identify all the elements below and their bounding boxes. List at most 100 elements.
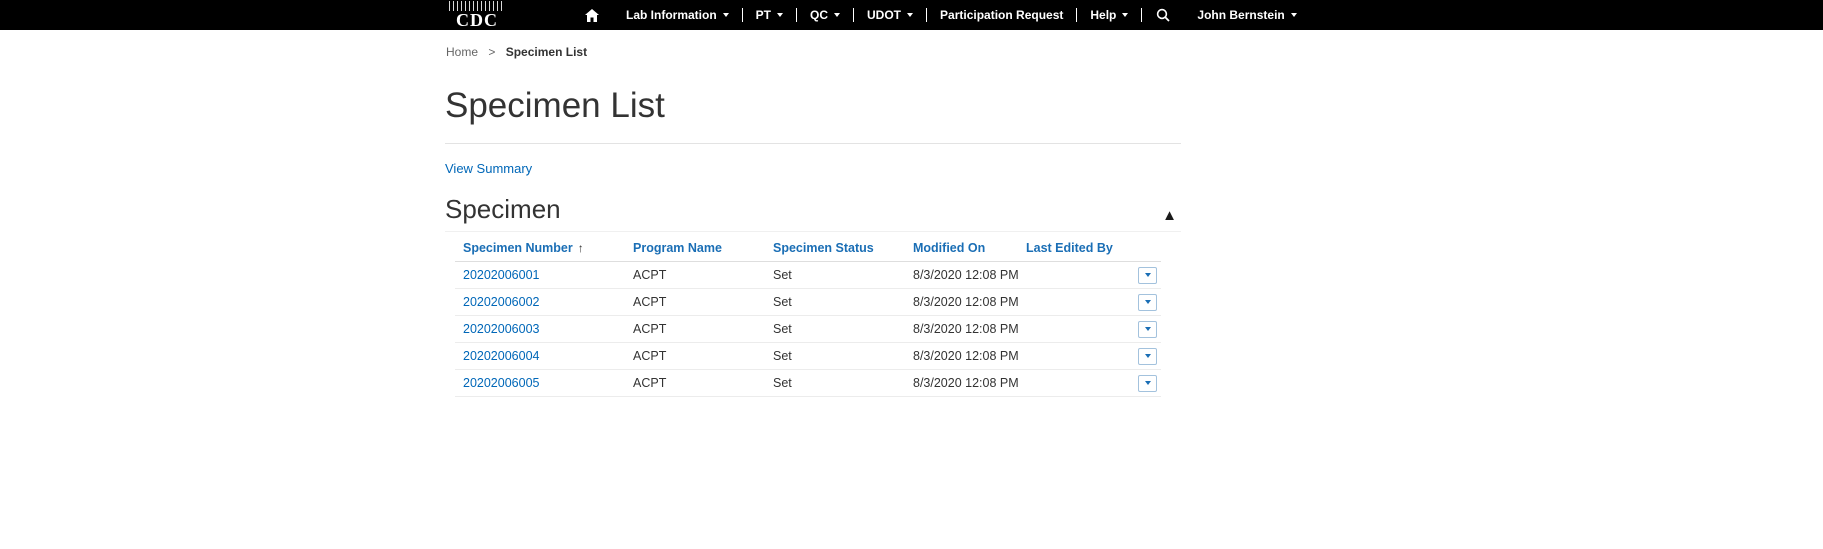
collapse-section-icon[interactable]: ▲: [1158, 206, 1181, 225]
modified-on-cell: 8/3/2020 12:08 PM: [905, 370, 1018, 397]
specimen-row: 20202006001 ACPTSet8/3/2020 12:08 PM: [455, 262, 1161, 289]
nav-item-label: PT: [756, 8, 771, 22]
search-icon[interactable]: [1142, 0, 1184, 30]
column-header-specimen-number: Specimen Number ↑: [455, 234, 625, 262]
sort-program-name-link[interactable]: Program Name: [633, 241, 722, 255]
program-name-cell: ACPT: [625, 262, 765, 289]
chevron-down-icon: [1145, 381, 1151, 385]
specimen-number-cell: 20202006002: [455, 289, 625, 316]
home-icon[interactable]: [571, 0, 613, 30]
nav-item-label: Participation Request: [940, 8, 1063, 22]
specimen-table: Specimen Number ↑ Program Name Specimen S…: [455, 234, 1161, 397]
nav-menu: Lab Information PT QC UDOT Participation Req…: [613, 0, 1142, 30]
chevron-down-icon: [723, 13, 729, 17]
column-header-last-edited-by: Last Edited By: [1018, 234, 1126, 262]
specimen-number-cell: 20202006005: [455, 370, 625, 397]
nav-item-pt[interactable]: PT: [743, 0, 796, 30]
chevron-down-icon: [1145, 327, 1151, 331]
specimen-number-cell: 20202006003: [455, 316, 625, 343]
row-actions-cell: [1126, 370, 1161, 397]
breadcrumb-separator: >: [488, 45, 495, 59]
specimen-number-cell: 20202006001: [455, 262, 625, 289]
breadcrumb-current: Specimen List: [506, 45, 587, 59]
modified-on-cell: 8/3/2020 12:08 PM: [905, 343, 1018, 370]
breadcrumb: Home > Specimen List: [0, 30, 1823, 59]
chevron-down-icon: [1145, 273, 1151, 277]
row-actions-dropdown-button[interactable]: [1138, 348, 1157, 365]
chevron-down-icon: [907, 13, 913, 17]
view-summary-link[interactable]: View Summary: [445, 161, 532, 176]
program-name-cell: ACPT: [625, 343, 765, 370]
nav-item-qc[interactable]: QC: [797, 0, 853, 30]
specimen-row: 20202006005 ACPTSet8/3/2020 12:08 PM: [455, 370, 1161, 397]
chevron-down-icon: [1291, 13, 1297, 17]
specimen-number-link[interactable]: 20202006002: [463, 295, 539, 309]
user-menu-label: John Bernstein: [1197, 8, 1284, 22]
last-edited-by-cell: [1018, 262, 1126, 289]
cdc-logo-text: CDC: [456, 11, 498, 30]
specimen-status-cell: Set: [765, 262, 905, 289]
main-content: Specimen List View Summary Specimen ▲ Sp…: [445, 86, 1181, 397]
chevron-down-icon: [1145, 354, 1151, 358]
sort-specimen-number-link[interactable]: Specimen Number: [463, 241, 573, 255]
row-actions-cell: [1126, 343, 1161, 370]
specimen-row: 20202006003 ACPTSet8/3/2020 12:08 PM: [455, 316, 1161, 343]
nav-item-lab-information[interactable]: Lab Information: [613, 0, 742, 30]
last-edited-by-cell: [1018, 343, 1126, 370]
modified-on-cell: 8/3/2020 12:08 PM: [905, 316, 1018, 343]
row-actions-cell: [1126, 289, 1161, 316]
top-nav: CDC Lab Information PT QC UDOT Participation…: [0, 0, 1823, 30]
user-menu[interactable]: John Bernstein: [1184, 0, 1309, 30]
specimen-row: 20202006004 ACPTSet8/3/2020 12:08 PM: [455, 343, 1161, 370]
cdc-logo[interactable]: CDC: [445, 0, 509, 30]
column-header-program-name: Program Name: [625, 234, 765, 262]
chevron-down-icon: [1122, 13, 1128, 17]
modified-on-cell: 8/3/2020 12:08 PM: [905, 262, 1018, 289]
sort-ascending-icon: ↑: [578, 241, 584, 255]
column-header-specimen-status: Specimen Status: [765, 234, 905, 262]
sort-modified-on-link[interactable]: Modified On: [913, 241, 985, 255]
specimen-rows: 20202006001ACPTSet8/3/2020 12:08 PM20202…: [455, 262, 1161, 397]
specimen-status-cell: Set: [765, 343, 905, 370]
sort-last-edited-by-link[interactable]: Last Edited By: [1026, 241, 1113, 255]
nav-item-label: Help: [1090, 8, 1116, 22]
specimen-number-link[interactable]: 20202006005: [463, 376, 539, 390]
title-divider: [445, 143, 1181, 144]
last-edited-by-cell: [1018, 289, 1126, 316]
page-title: Specimen List: [445, 86, 1181, 126]
row-actions-dropdown-button[interactable]: [1138, 321, 1157, 338]
column-header-modified-on: Modified On: [905, 234, 1018, 262]
specimen-number-cell: 20202006004: [455, 343, 625, 370]
specimen-status-cell: Set: [765, 316, 905, 343]
sort-specimen-status-link[interactable]: Specimen Status: [773, 241, 874, 255]
program-name-cell: ACPT: [625, 316, 765, 343]
specimen-number-link[interactable]: 20202006003: [463, 322, 539, 336]
nav-item-label: Lab Information: [626, 8, 717, 22]
chevron-down-icon: [777, 13, 783, 17]
section-title: Specimen: [445, 194, 561, 225]
nav-item-udot[interactable]: UDOT: [854, 0, 926, 30]
specimen-section-header: Specimen ▲: [445, 194, 1181, 232]
specimen-section: Specimen ▲ Specimen Number ↑ Program Name…: [445, 194, 1181, 397]
specimen-status-cell: Set: [765, 289, 905, 316]
row-actions-dropdown-button[interactable]: [1138, 375, 1157, 392]
breadcrumb-home-link[interactable]: Home: [446, 45, 478, 59]
row-actions-cell: [1126, 262, 1161, 289]
chevron-down-icon: [1145, 300, 1151, 304]
magnifier-icon: [1156, 8, 1170, 22]
nav-item-participation-request[interactable]: Participation Request: [927, 0, 1076, 30]
program-name-cell: ACPT: [625, 289, 765, 316]
last-edited-by-cell: [1018, 370, 1126, 397]
row-actions-cell: [1126, 316, 1161, 343]
specimen-number-link[interactable]: 20202006004: [463, 349, 539, 363]
program-name-cell: ACPT: [625, 370, 765, 397]
row-actions-dropdown-button[interactable]: [1138, 294, 1157, 311]
house-icon: [585, 9, 599, 22]
row-actions-dropdown-button[interactable]: [1138, 267, 1157, 284]
chevron-down-icon: [834, 13, 840, 17]
specimen-number-link[interactable]: 20202006001: [463, 268, 539, 282]
nav-item-help[interactable]: Help: [1077, 0, 1141, 30]
modified-on-cell: 8/3/2020 12:08 PM: [905, 289, 1018, 316]
specimen-status-cell: Set: [765, 370, 905, 397]
nav-item-label: QC: [810, 8, 828, 22]
